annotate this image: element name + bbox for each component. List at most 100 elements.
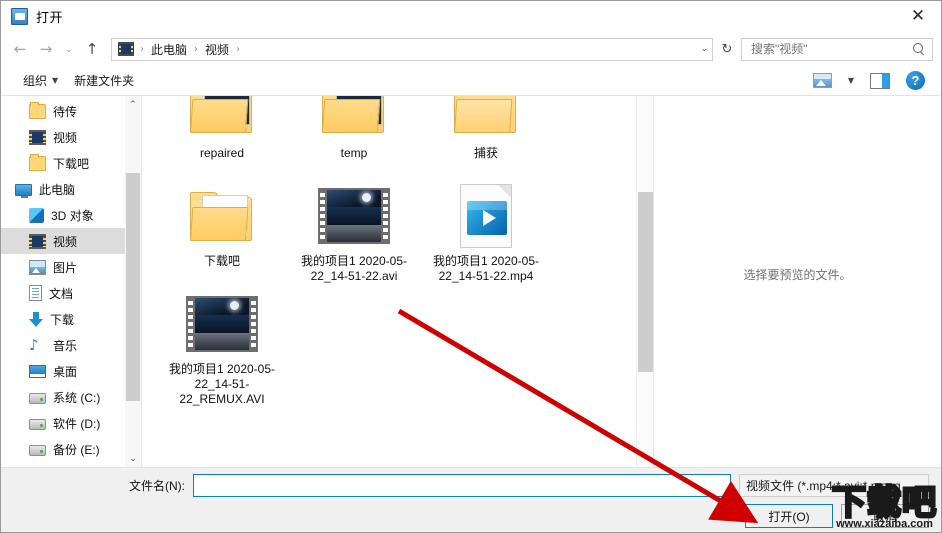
- desktop-icon: [29, 365, 46, 378]
- refresh-icon[interactable]: ↻: [715, 37, 739, 61]
- chevron-down-icon: ⌄: [916, 480, 924, 491]
- sidebar-item-3[interactable]: 此电脑: [1, 176, 141, 202]
- music-icon: ♪: [29, 335, 39, 354]
- video-folder-icon: [29, 233, 46, 249]
- breadcrumb[interactable]: › 此电脑 › 视频 › ⌄: [111, 37, 713, 61]
- help-icon: ?: [906, 71, 925, 90]
- sidebar-scrollbar[interactable]: ⌃ ⌄: [125, 96, 141, 467]
- dialog-buttons: 打开(O) 取消: [745, 504, 929, 528]
- up-button[interactable]: ↑: [79, 36, 105, 62]
- scroll-up-icon[interactable]: ⌃: [125, 96, 141, 113]
- file-grid: repaired temp 捕获 下载吧 我的项目1 2020-05-22_14-51-…: [142, 96, 635, 467]
- sidebar-item-5[interactable]: 视频: [1, 228, 141, 254]
- file-name-label: 捕获: [473, 146, 498, 160]
- sidebar-item-8[interactable]: 下载: [1, 306, 141, 332]
- sidebar-scroll-thumb[interactable]: [126, 173, 140, 401]
- this-pc-icon: [15, 183, 32, 198]
- help-button[interactable]: ?: [898, 67, 933, 94]
- drive-icon: [29, 444, 46, 456]
- close-icon[interactable]: ✕: [895, 1, 941, 32]
- file-item[interactable]: 我的项目1 2020-05-22_14-51-22.mp4: [420, 176, 552, 284]
- sidebar-item-10[interactable]: 桌面: [1, 358, 141, 384]
- sidebar-item-label: 下载: [50, 312, 75, 327]
- cancel-button[interactable]: 取消: [841, 504, 929, 528]
- sidebar-item-7[interactable]: 文档: [1, 280, 141, 306]
- mp4-file-icon: [460, 184, 512, 248]
- chevron-down-icon: ▼: [847, 76, 854, 85]
- file-list-scroll-track[interactable]: [636, 96, 653, 467]
- sidebar-item-1[interactable]: 视频: [1, 124, 141, 150]
- chevron-down-icon: ▼: [52, 76, 59, 85]
- preview-pane: 选择要预览的文件。: [653, 96, 941, 467]
- app-icon: [11, 8, 28, 25]
- view-mode-button[interactable]: [805, 69, 840, 92]
- breadcrumb-separator[interactable]: ›: [233, 44, 243, 55]
- folder-icon: [190, 96, 254, 133]
- folder-icon: [454, 96, 518, 133]
- search-icon: [913, 42, 926, 56]
- forward-button[interactable]: →: [33, 36, 59, 62]
- scroll-down-icon[interactable]: ⌄: [125, 450, 141, 467]
- organize-button[interactable]: 组织 ▼: [15, 68, 66, 93]
- sidebar-item-13[interactable]: 备份 (E:): [1, 436, 141, 462]
- sidebar-item-label: 图片: [53, 260, 78, 275]
- sidebar-item-label: 备份 (E:): [53, 442, 100, 457]
- video-file-icon: [186, 296, 258, 352]
- file-list[interactable]: repaired temp 捕获 下载吧 我的项目1 2020-05-22_14-51-…: [141, 96, 653, 467]
- sidebar-item-label: 音乐: [53, 338, 78, 353]
- command-bar: 组织 ▼ 新建文件夹 ▼ ?: [1, 66, 941, 96]
- file-thumbnail: [186, 96, 258, 142]
- filename-input[interactable]: [193, 474, 731, 497]
- filename-label: 文件名(N):: [129, 479, 185, 493]
- filename-row: 文件名(N): 视频文件 (*.mp4;*.avi;*.mpeg ⌄: [1, 474, 941, 497]
- file-thumbnail: [450, 182, 522, 250]
- sidebar-scroll-track[interactable]: [125, 113, 141, 450]
- sidebar-item-label: 下载吧: [53, 156, 90, 171]
- search-box[interactable]: [741, 37, 933, 61]
- open-button[interactable]: 打开(O): [745, 504, 833, 528]
- drive-icon: [29, 418, 46, 430]
- file-item[interactable]: 下载吧: [156, 176, 288, 284]
- file-item[interactable]: repaired: [156, 96, 288, 176]
- file-name-label: 我的项目1 2020-05-22_14-51-22.avi: [300, 254, 408, 283]
- file-item[interactable]: 我的项目1 2020-05-22_14-51-22_REMUX.AVI: [156, 284, 288, 407]
- breadcrumb-item-this-pc[interactable]: 此电脑: [147, 41, 191, 58]
- window-title: 打开: [36, 10, 64, 25]
- video-folder-icon: [118, 42, 134, 56]
- file-thumbnail: [318, 182, 390, 250]
- sidebar-item-label: 桌面: [53, 364, 78, 379]
- sidebar-item-2[interactable]: 下载吧: [1, 150, 141, 176]
- new-folder-button[interactable]: 新建文件夹: [66, 68, 142, 93]
- sidebar-item-4[interactable]: 3D 对象: [1, 202, 141, 228]
- file-name-label: repaired: [199, 146, 245, 160]
- file-list-scrollbar[interactable]: [636, 96, 653, 467]
- sidebar-item-label: 文档: [49, 286, 74, 301]
- sidebar-item-0[interactable]: 待传: [1, 98, 141, 124]
- sidebar-item-label: 系统 (C:): [53, 390, 101, 405]
- sidebar-item-11[interactable]: 系统 (C:): [1, 384, 141, 410]
- breadcrumb-separator: ›: [140, 43, 144, 55]
- recent-locations-button[interactable]: ⌄: [59, 36, 79, 62]
- dialog-footer: 文件名(N): 视频文件 (*.mp4;*.avi;*.mpeg ⌄ 打开(O)…: [1, 468, 941, 532]
- sidebar-item-9[interactable]: ♪ 音乐: [1, 332, 141, 358]
- view-mode-dropdown[interactable]: ▼: [840, 72, 862, 89]
- sidebar-item-12[interactable]: 软件 (D:): [1, 410, 141, 436]
- search-input[interactable]: [751, 42, 913, 56]
- sidebar-item-label: 待传: [53, 104, 78, 119]
- file-item[interactable]: 捕获: [420, 96, 552, 176]
- preview-pane-button[interactable]: [862, 69, 898, 93]
- breadcrumb-separator: ›: [194, 43, 199, 55]
- file-item[interactable]: temp: [288, 96, 420, 176]
- file-item[interactable]: 我的项目1 2020-05-22_14-51-22.avi: [288, 176, 420, 284]
- chevron-down-icon[interactable]: ⌄: [700, 44, 708, 54]
- file-name-label: temp: [340, 146, 368, 160]
- file-thumbnail: [450, 96, 522, 142]
- back-button[interactable]: ←: [7, 36, 33, 62]
- file-thumbnail: [186, 182, 258, 250]
- documents-icon: [29, 285, 42, 301]
- file-list-scroll-thumb[interactable]: [637, 192, 653, 372]
- sidebar-item-6[interactable]: 图片: [1, 254, 141, 280]
- file-type-dropdown[interactable]: 视频文件 (*.mp4;*.avi;*.mpeg ⌄: [739, 474, 929, 497]
- video-file-icon: [318, 188, 390, 244]
- breadcrumb-item-videos[interactable]: 视频: [201, 41, 233, 58]
